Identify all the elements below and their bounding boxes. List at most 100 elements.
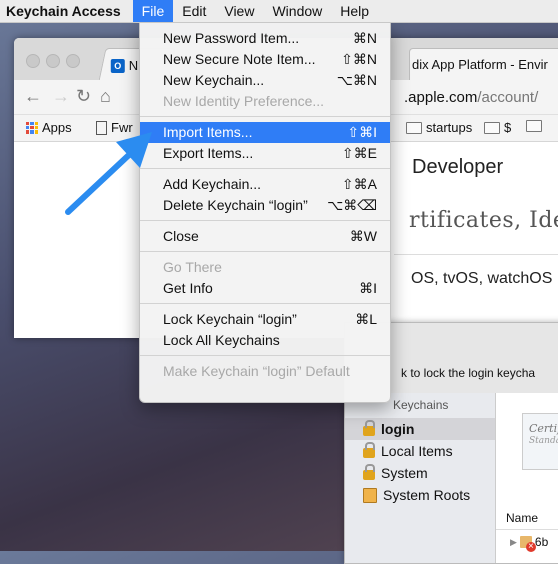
lock-icon [363, 464, 375, 480]
menu-item-label: Export Items... [163, 145, 254, 161]
keychain-label: System Roots [383, 487, 471, 503]
arrow-annotation-icon [65, 132, 152, 215]
cert-thumb-line2: Standard [529, 436, 558, 446]
items-pane: Certifi Standard Name ▶ 6b [495, 393, 558, 563]
menu-item-label: Lock Keychain “login” [163, 311, 297, 327]
menu-separator [140, 251, 390, 252]
menu-item-label: New Keychain... [163, 72, 265, 88]
menu-item-shortcut: ⌘L [355, 311, 377, 327]
menu-item-export-items[interactable]: Export Items... ⇧⌘E [140, 143, 390, 164]
folder-icon [526, 120, 542, 132]
bookmark-folder[interactable] [526, 120, 542, 132]
keychain-item-local-items[interactable]: Local Items [345, 440, 495, 462]
column-header-name[interactable]: Name [506, 511, 538, 525]
menu-separator [140, 168, 390, 169]
bookmark-dollar[interactable]: $ [484, 120, 511, 135]
menu-item-lock-all-keychains[interactable]: Lock All Keychains [140, 330, 390, 351]
browser-tab-app-platform[interactable]: dix App Platform - Envir [409, 48, 558, 81]
menu-item-label: Import Items... [163, 124, 253, 140]
menu-item-shortcut: ⌘W [349, 228, 377, 244]
keychain-label: System [381, 465, 428, 481]
home-icon[interactable]: ⌂ [100, 86, 111, 107]
minimize-window-button[interactable] [46, 54, 60, 68]
menu-item-new-secure-note-item[interactable]: New Secure Note Item... ⇧⌘N [140, 49, 390, 70]
menu-item-label: Delete Keychain “login” [163, 197, 308, 213]
row-label: 6b [534, 535, 549, 549]
menu-item-shortcut: ⇧⌘I [347, 124, 377, 140]
keychain-item-login[interactable]: login [345, 418, 495, 440]
lock-open-icon [363, 420, 375, 436]
menu-bar: Keychain Access File Edit View Window He… [0, 0, 558, 23]
menu-item-add-keychain[interactable]: Add Keychain... ⇧⌘A [140, 174, 390, 195]
menu-item-new-password-item[interactable]: New Password Item... ⌘N [140, 28, 390, 49]
certificate-thumbnail-icon: Certifi Standard [522, 413, 558, 470]
keychain-label: Local Items [381, 443, 453, 459]
reload-icon[interactable]: ↻ [76, 86, 91, 107]
menu-item-shortcut: ⇧⌘E [341, 145, 377, 161]
menu-item-lock-keychain-login[interactable]: Lock Keychain “login” ⌘L [140, 309, 390, 330]
menu-item-new-identity-preference[interactable]: New Identity Preference... [140, 91, 390, 112]
menu-item-new-keychain[interactable]: New Keychain... ⌥⌘N [140, 70, 390, 91]
menu-item-label: Lock All Keychains [163, 332, 280, 348]
menu-item-import-items[interactable]: Import Items... ⇧⌘I [140, 122, 390, 143]
divider [496, 529, 558, 530]
url-host: .apple.com [404, 89, 478, 106]
keychain-item-system-roots[interactable]: System Roots [345, 484, 495, 506]
page-developer-title: Developer [412, 156, 504, 178]
menu-item-label: New Password Item... [163, 30, 300, 46]
url-path: /account/ [477, 89, 539, 106]
cabinet-icon [363, 487, 377, 503]
outlook-icon: O [110, 58, 125, 72]
menu-separator [140, 116, 390, 117]
folder-icon [484, 121, 500, 134]
file-menu-dropdown: New Password Item... ⌘N New Secure Note It… [139, 22, 391, 403]
menu-item-shortcut: ⇧⌘N [341, 51, 377, 67]
menu-item-label: Add Keychain... [163, 176, 262, 192]
table-row[interactable]: ▶ 6b [510, 535, 549, 552]
menu-file[interactable]: File [132, 0, 174, 22]
lock-open-icon [363, 442, 375, 458]
menu-item-label: Get Info [163, 280, 213, 296]
zoom-window-button[interactable] [66, 54, 80, 68]
keychains-header: Keychains [393, 398, 449, 412]
divider [394, 254, 558, 255]
menu-item-label: Make Keychain “login” Default [163, 363, 350, 379]
menu-item-go-there[interactable]: Go There [140, 257, 390, 278]
bookmark-startups[interactable]: startups [406, 120, 472, 135]
menu-window[interactable]: Window [263, 0, 331, 22]
menu-item-make-keychain-login-default[interactable]: Make Keychain “login” Default [140, 361, 390, 382]
menu-item-label: Go There [163, 259, 222, 275]
menu-edit[interactable]: Edit [173, 0, 215, 22]
menu-item-delete-keychain-login[interactable]: Delete Keychain “login” ⌥⌘⌫ [140, 195, 390, 216]
menu-view[interactable]: View [215, 0, 263, 22]
cert-thumb-line1: Certifi [529, 422, 558, 435]
folder-icon [406, 121, 422, 134]
page-os-list: OS, tvOS, watchOS [411, 270, 553, 287]
apps-grid-icon [26, 121, 38, 134]
menu-separator [140, 355, 390, 356]
lock-message[interactable]: k to lock the login keycha [401, 366, 535, 380]
menu-item-close[interactable]: Close ⌘W [140, 226, 390, 247]
menu-item-get-info[interactable]: Get Info ⌘I [140, 278, 390, 299]
menu-item-shortcut: ⌘I [359, 280, 377, 296]
menu-item-label: New Secure Note Item... [163, 51, 316, 67]
forward-arrow-icon[interactable]: → [52, 86, 70, 107]
menu-item-shortcut: ⌥⌘⌫ [327, 197, 377, 213]
close-window-button[interactable] [26, 54, 40, 68]
bookmark-label: startups [426, 120, 473, 135]
tab-label: N [128, 57, 139, 73]
back-arrow-icon[interactable]: ← [24, 86, 42, 107]
app-menu-keychain-access[interactable]: Keychain Access [0, 0, 133, 22]
menu-separator [140, 220, 390, 221]
menu-help[interactable]: Help [331, 0, 378, 22]
menu-item-shortcut: ⌘N [352, 30, 377, 46]
disclosure-triangle-icon[interactable]: ▶ [510, 537, 517, 548]
menu-item-shortcut: ⌥⌘N [336, 72, 377, 88]
invalid-certificate-icon [519, 536, 536, 552]
keychain-item-system[interactable]: System [345, 462, 495, 484]
keychains-sidebar: Keychains login Local Items System Syste… [345, 393, 495, 563]
address-bar[interactable]: .apple.com/account/ [404, 87, 558, 109]
menu-item-shortcut: ⇧⌘A [341, 176, 377, 192]
bookmark-label: $ [504, 120, 512, 135]
menu-item-label: Close [163, 228, 199, 244]
